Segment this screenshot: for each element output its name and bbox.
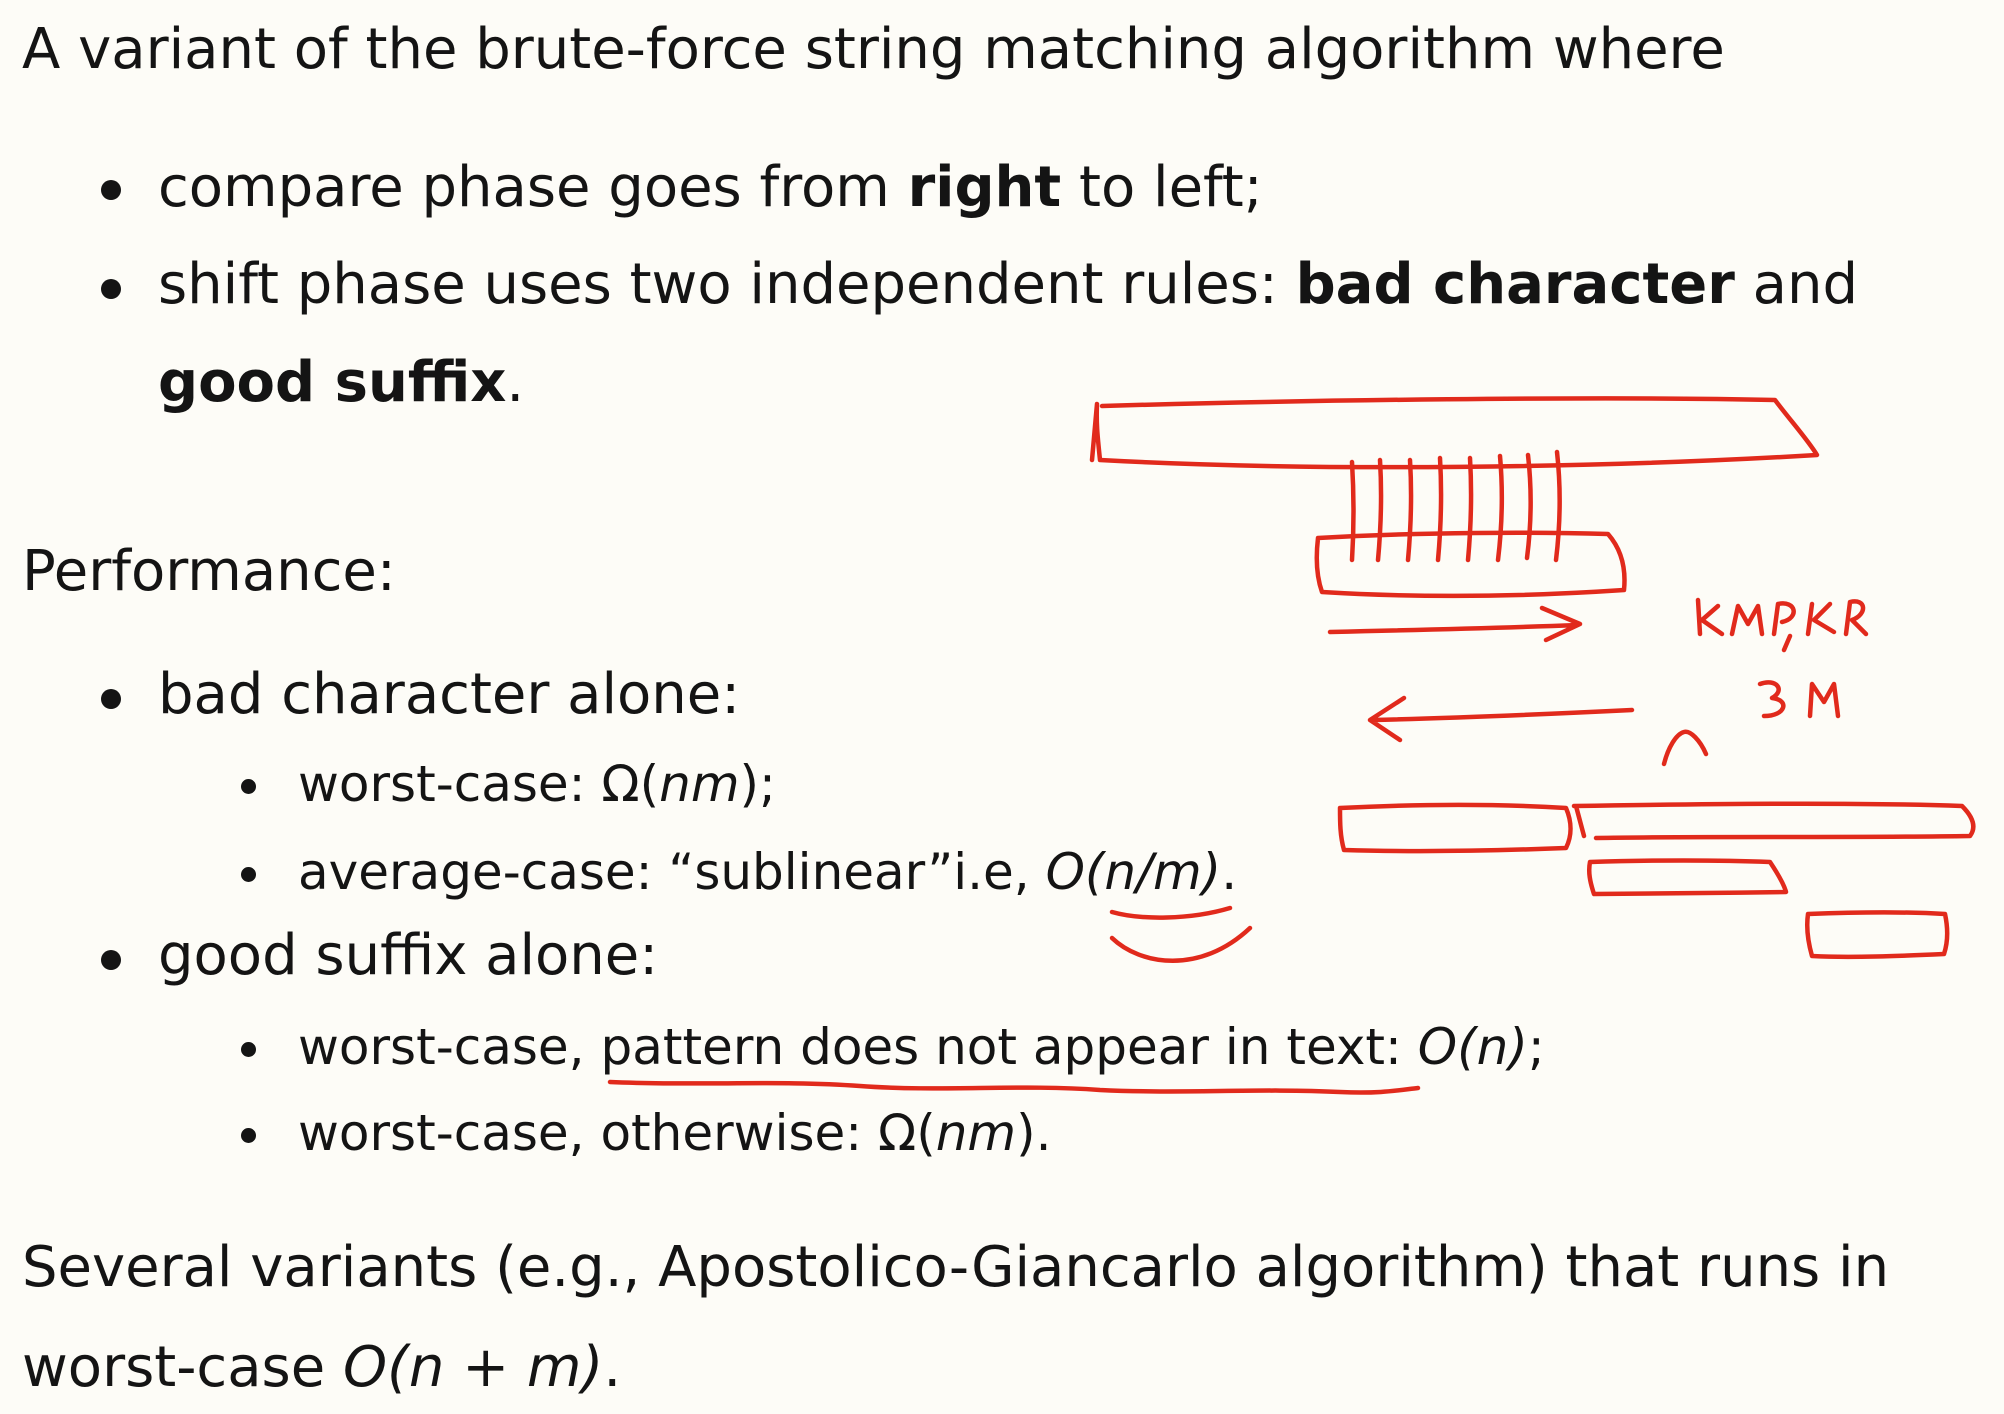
ink-text-bm xyxy=(1757,680,1841,719)
ink-text-n xyxy=(1661,729,1709,767)
ink-arrow-left xyxy=(1367,695,1635,743)
ink-underline-n-over-m xyxy=(1109,905,1233,920)
ink-wavy-underline xyxy=(607,1079,1421,1095)
ink-text-kmp-kr xyxy=(1695,597,1869,653)
ink-arrow-right xyxy=(1327,605,1583,643)
ink-box-right xyxy=(1804,910,1950,960)
ink-box-mid xyxy=(1586,858,1789,897)
ink-annotations xyxy=(607,396,1976,1095)
ink-box-left xyxy=(1337,802,1573,854)
ink-smile-under-n-over-m xyxy=(1109,925,1253,963)
ink-text-strip xyxy=(1089,396,1820,470)
ink-strip-long xyxy=(1571,801,1976,841)
